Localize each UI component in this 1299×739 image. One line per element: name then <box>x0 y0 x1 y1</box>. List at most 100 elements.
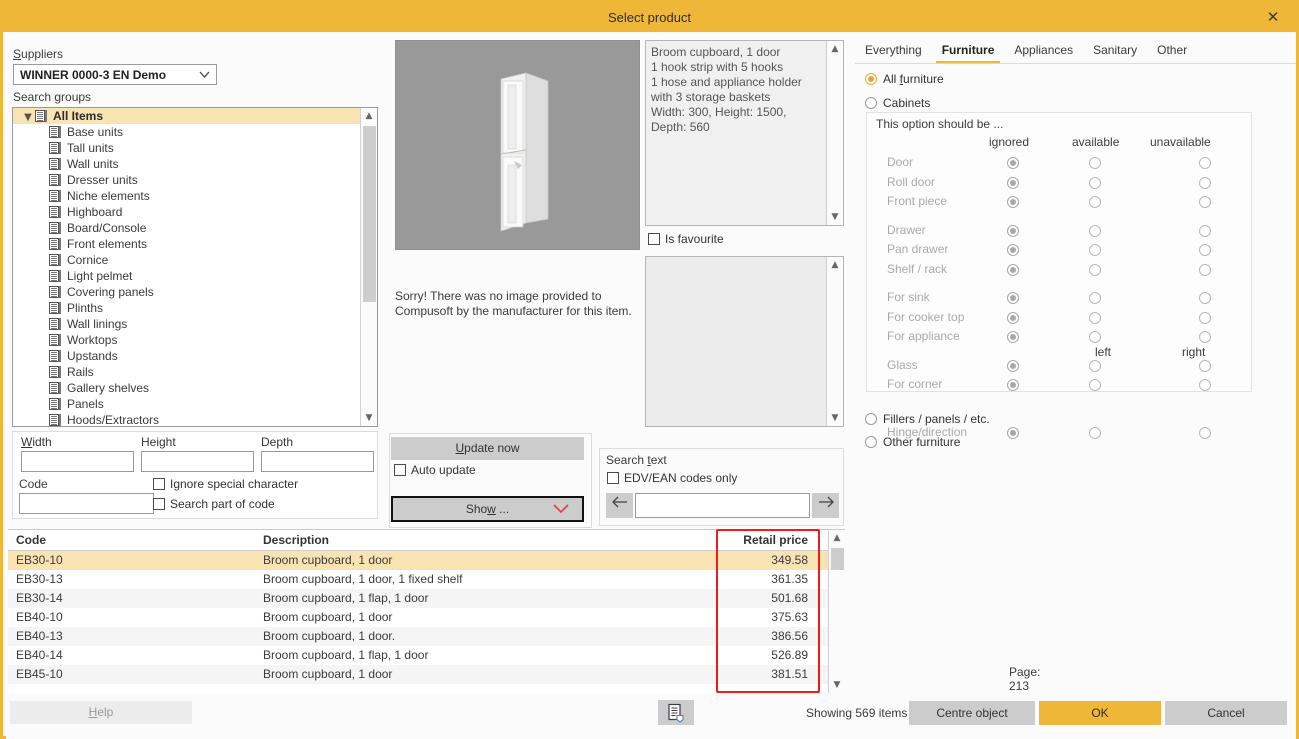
search-groups-tree[interactable]: ▼All ItemsBase unitsTall unitsWall units… <box>12 107 378 427</box>
radio-cabinets[interactable]: Cabinets <box>865 96 930 110</box>
table-row[interactable] <box>8 684 828 693</box>
radio-icon[interactable] <box>865 73 877 85</box>
tree-item-cornice[interactable]: Cornice <box>13 252 360 268</box>
tree-scroll-up-icon[interactable]: ▲ <box>361 108 377 124</box>
tree-item-hoods-extractors[interactable]: Hoods/Extractors <box>13 412 360 427</box>
radio-other-furniture[interactable]: Other furniture <box>865 435 960 449</box>
radio-icon[interactable] <box>1089 225 1101 237</box>
checkbox-icon[interactable] <box>648 233 660 245</box>
tree-item-all-items[interactable]: ▼All Items <box>13 108 360 124</box>
radio-icon[interactable] <box>1199 196 1211 208</box>
radio-icon[interactable] <box>1199 264 1211 276</box>
tree-item-gallery-shelves[interactable]: Gallery shelves <box>13 380 360 396</box>
tree-scroll-thumb[interactable] <box>363 126 376 302</box>
product-notes-box[interactable]: ▲ ▼ <box>645 256 844 427</box>
radio-icon[interactable] <box>1089 177 1101 189</box>
tree-item-upstands[interactable]: Upstands <box>13 348 360 364</box>
width-input[interactable] <box>21 451 134 472</box>
radio-icon[interactable] <box>1007 264 1019 276</box>
tab-sanitary[interactable]: Sanitary <box>1083 40 1147 62</box>
tree-item-wall-linings[interactable]: Wall linings <box>13 316 360 332</box>
radio-all-furniture[interactable]: All furniture <box>865 72 944 86</box>
tree-item-covering-panels[interactable]: Covering panels <box>13 284 360 300</box>
show-button[interactable]: Show ... <box>391 496 584 522</box>
search-part-of-code-checkbox[interactable]: Search part of code <box>153 497 275 511</box>
table-row[interactable]: EB40-10Broom cupboard, 1 door375.63 <box>8 608 828 627</box>
tab-other[interactable]: Other <box>1147 40 1197 62</box>
table-scrollbar[interactable]: ▲ ▼ <box>828 530 845 693</box>
checkbox-icon[interactable] <box>153 478 165 490</box>
radio-icon[interactable] <box>1089 360 1101 372</box>
checkbox-icon[interactable] <box>394 464 406 476</box>
tree-item-tall-units[interactable]: Tall units <box>13 140 360 156</box>
radio-icon[interactable] <box>1199 379 1211 391</box>
tree-item-plinths[interactable]: Plinths <box>13 300 360 316</box>
cancel-button[interactable]: Cancel <box>1165 701 1287 725</box>
table-scroll-thumb[interactable] <box>831 548 844 570</box>
radio-icon[interactable] <box>1089 157 1101 169</box>
radio-icon[interactable] <box>1007 312 1019 324</box>
table-row[interactable]: EB40-13Broom cupboard, 1 door.386.56 <box>8 627 828 646</box>
search-prev-button[interactable] <box>606 493 633 518</box>
table-scroll-down-icon[interactable]: ▼ <box>829 677 845 693</box>
ignore-special-character-checkbox[interactable]: Ignore special character <box>153 477 298 491</box>
radio-icon[interactable] <box>865 436 877 448</box>
table-row[interactable]: EB45-10Broom cupboard, 1 door381.51 <box>8 665 828 684</box>
radio-icon[interactable] <box>1089 264 1101 276</box>
search-input[interactable] <box>635 493 810 518</box>
close-icon[interactable]: ✕ <box>1258 3 1288 32</box>
auto-update-checkbox[interactable]: Auto update <box>394 463 476 477</box>
table-row[interactable]: EB30-13Broom cupboard, 1 door, 1 fixed s… <box>8 570 828 589</box>
table-row[interactable]: EB30-10Broom cupboard, 1 door349.58 <box>8 551 828 570</box>
radio-icon[interactable] <box>1089 379 1101 391</box>
notes-scroll-up-icon[interactable]: ▲ <box>827 257 843 273</box>
radio-icon[interactable] <box>1007 225 1019 237</box>
radio-fillers-panels[interactable]: Fillers / panels / etc. <box>865 412 990 426</box>
edv-ean-codes-only-checkbox[interactable]: EDV/EAN codes only <box>607 471 737 485</box>
radio-icon[interactable] <box>1089 331 1101 343</box>
notes-scroll-down-icon[interactable]: ▼ <box>827 410 843 426</box>
radio-icon[interactable] <box>865 97 877 109</box>
radio-icon[interactable] <box>1199 225 1211 237</box>
tab-furniture[interactable]: Furniture <box>932 40 1005 62</box>
tree-item-wall-units[interactable]: Wall units <box>13 156 360 172</box>
radio-icon[interactable] <box>1007 196 1019 208</box>
report-button[interactable] <box>658 700 694 725</box>
radio-icon[interactable] <box>1199 427 1211 439</box>
description-scrollbar[interactable]: ▲ ▼ <box>826 41 843 225</box>
notes-scrollbar[interactable]: ▲ ▼ <box>826 257 843 426</box>
table-row[interactable]: EB40-14Broom cupboard, 1 flap, 1 door526… <box>8 646 828 665</box>
centre-object-button[interactable]: Centre object <box>909 701 1035 725</box>
ok-button[interactable]: OK <box>1039 701 1161 725</box>
radio-icon[interactable] <box>1199 360 1211 372</box>
tree-item-light-pelmet[interactable]: Light pelmet <box>13 268 360 284</box>
height-input[interactable] <box>141 451 254 472</box>
is-favourite-checkbox[interactable]: Is favourite <box>648 232 724 246</box>
radio-icon[interactable] <box>1007 360 1019 372</box>
radio-icon[interactable] <box>1199 177 1211 189</box>
radio-icon[interactable] <box>1089 244 1101 256</box>
tree-item-dresser-units[interactable]: Dresser units <box>13 172 360 188</box>
update-now-button[interactable]: Update now <box>391 437 584 460</box>
table-scroll-up-icon[interactable]: ▲ <box>829 530 845 546</box>
radio-icon[interactable] <box>1007 177 1019 189</box>
radio-icon[interactable] <box>1199 157 1211 169</box>
checkbox-icon[interactable] <box>607 472 619 484</box>
checkbox-icon[interactable] <box>153 498 165 510</box>
tab-everything[interactable]: Everything <box>855 40 932 62</box>
tree-scroll-down-icon[interactable]: ▼ <box>361 410 377 426</box>
radio-icon[interactable] <box>1089 292 1101 304</box>
description-scroll-down-icon[interactable]: ▼ <box>827 209 843 225</box>
radio-icon[interactable] <box>1199 331 1211 343</box>
tree-item-front-elements[interactable]: Front elements <box>13 236 360 252</box>
radio-icon[interactable] <box>1199 244 1211 256</box>
tab-appliances[interactable]: Appliances <box>1004 40 1083 62</box>
tree-item-highboard[interactable]: Highboard <box>13 204 360 220</box>
tree-item-niche-elements[interactable]: Niche elements <box>13 188 360 204</box>
tree-item-rails[interactable]: Rails <box>13 364 360 380</box>
column-header-description[interactable]: Description <box>263 530 329 551</box>
supplier-select[interactable]: WINNER 0000-3 EN Demo <box>13 64 217 85</box>
radio-icon[interactable] <box>1007 331 1019 343</box>
help-button[interactable]: Help <box>10 701 192 724</box>
radio-icon[interactable] <box>1199 312 1211 324</box>
